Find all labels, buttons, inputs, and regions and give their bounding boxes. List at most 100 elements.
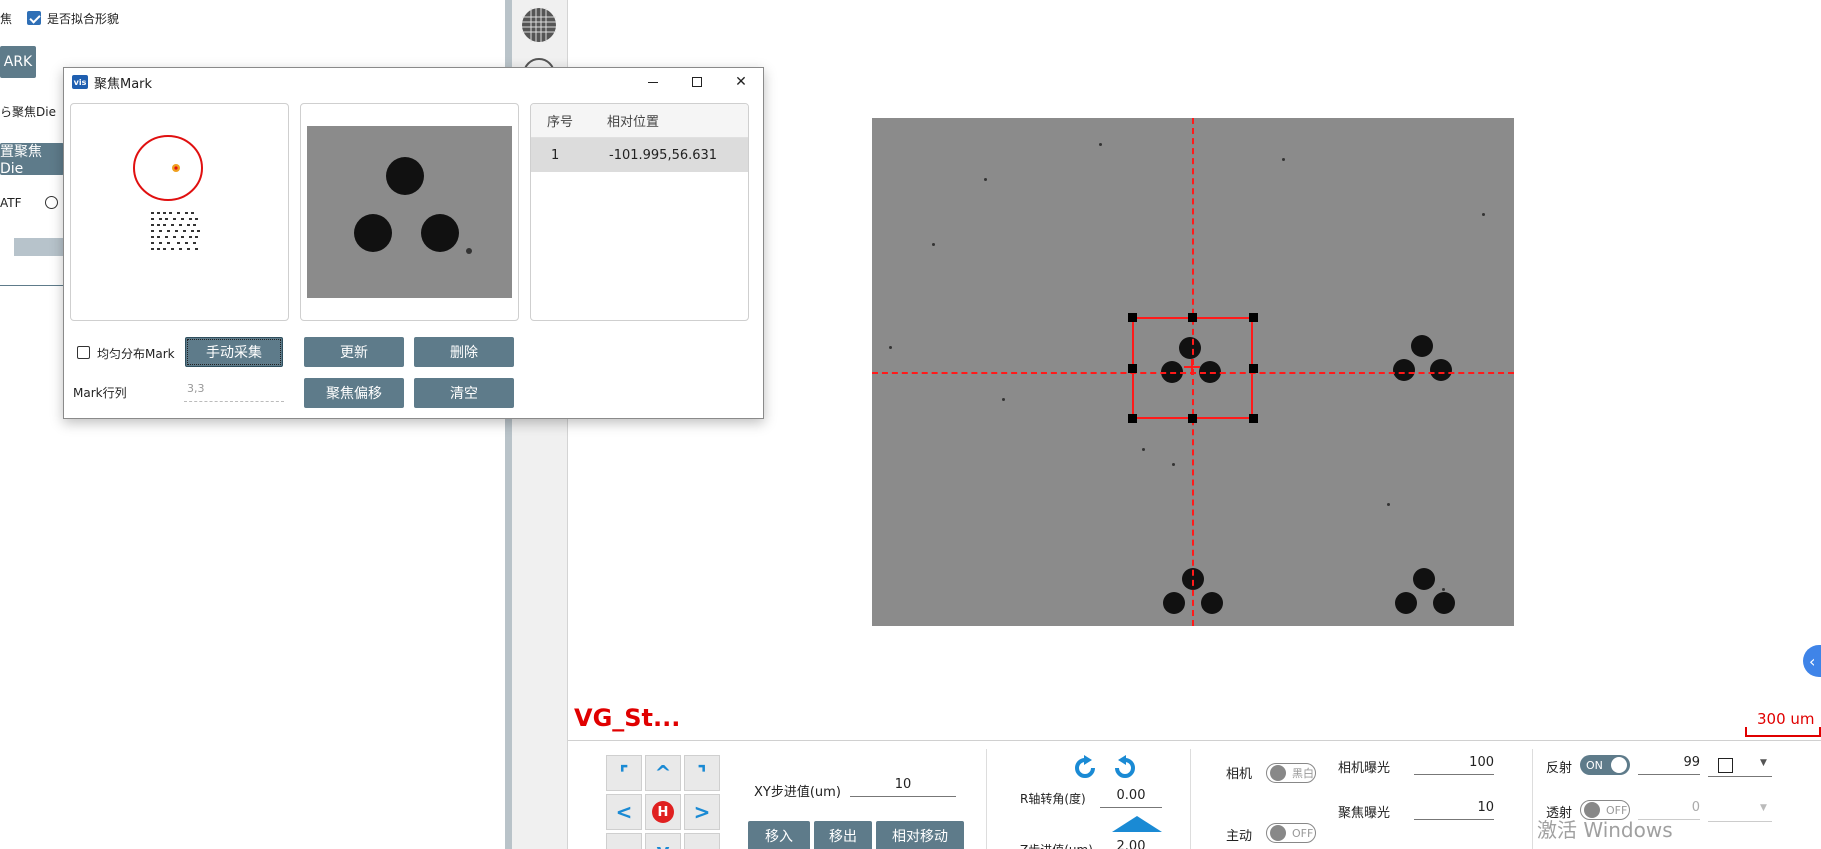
speck: [984, 178, 987, 181]
move-up-left-button[interactable]: ⌜: [606, 755, 642, 791]
row-index: 1: [551, 147, 560, 163]
fit-morphology-label: 是否拟合形貌: [47, 12, 120, 26]
row-position: -101.995,56.631: [609, 147, 718, 163]
manual-capture-button[interactable]: 手动采集: [185, 337, 283, 367]
xy-step-label: XY步进值(um): [754, 785, 841, 800]
transmit-mode-select[interactable]: ▼: [1708, 800, 1772, 822]
arrow-down-right-icon: ⌟: [697, 839, 706, 849]
mark-template-panel: [300, 103, 519, 321]
arrow-up-left-icon: ⌜: [619, 761, 629, 785]
r-axis-input[interactable]: 0.00: [1100, 788, 1162, 808]
header-position: 相对位置: [607, 115, 660, 130]
speck: [1172, 463, 1175, 466]
maximize-icon: [692, 77, 702, 87]
fit-morphology-checkbox[interactable]: [27, 11, 41, 25]
speck: [1482, 213, 1485, 216]
relative-move-button[interactable]: 相对移动: [876, 821, 964, 849]
even-distribution-label: 均匀分布Mark: [97, 347, 175, 361]
speck: [1099, 143, 1102, 146]
active-toggle[interactable]: OFF: [1266, 823, 1316, 843]
clear-button[interactable]: 清空: [414, 378, 514, 408]
mark-dot: [421, 214, 459, 252]
section-divider: [1190, 749, 1191, 849]
camera-view[interactable]: [872, 118, 1514, 626]
chevron-left-icon: <: [615, 800, 633, 824]
reflect-mode-select[interactable]: ▼: [1708, 755, 1772, 777]
speck: [1282, 158, 1285, 161]
resize-handle[interactable]: [1188, 414, 1197, 423]
mark-dot: [1163, 592, 1185, 614]
maximize-button[interactable]: [675, 68, 719, 96]
resize-handle[interactable]: [1128, 364, 1137, 373]
focus-offset-button[interactable]: 聚焦偏移: [304, 378, 404, 408]
speck: [1442, 588, 1445, 591]
dropdown-arrow-icon: ▼: [1760, 803, 1767, 813]
dialog-titlebar[interactable]: vis 聚焦Mark ✕: [64, 68, 763, 96]
home-icon: H: [652, 801, 674, 823]
reflect-intensity-input[interactable]: 99: [1638, 755, 1700, 775]
resize-handle[interactable]: [1128, 414, 1137, 423]
resize-handle[interactable]: [1128, 313, 1137, 322]
reflect-toggle[interactable]: ON: [1580, 755, 1630, 775]
mark-button[interactable]: ARK: [0, 46, 36, 78]
move-left-button[interactable]: <: [606, 794, 642, 830]
mark-dot: [1433, 592, 1455, 614]
atf-radio[interactable]: [45, 196, 58, 209]
z-up-arrow-icon[interactable]: [1112, 816, 1162, 832]
z-step-input[interactable]: 2.00: [1100, 839, 1162, 849]
move-down-right-button[interactable]: ⌟: [684, 833, 720, 849]
even-distribution-checkbox[interactable]: [77, 346, 90, 359]
move-up-right-button[interactable]: ⌝: [684, 755, 720, 791]
r-axis-label: R轴转角(度): [1020, 792, 1086, 806]
move-right-button[interactable]: >: [684, 794, 720, 830]
resize-handle[interactable]: [1188, 313, 1197, 322]
rotate-clockwise-icon[interactable]: [1072, 755, 1098, 781]
speck: [466, 248, 472, 254]
mark-dot: [1413, 568, 1435, 590]
toggle-knob: [1610, 757, 1627, 773]
mark-map-panel[interactable]: [70, 103, 289, 321]
table-row[interactable]: 1 -101.995,56.631: [531, 138, 748, 172]
chevron-left-icon: ‹: [1809, 651, 1816, 671]
move-in-button[interactable]: 移入: [748, 821, 810, 849]
recipe-name: VG_St...: [574, 704, 681, 732]
move-up-button[interactable]: ^: [645, 755, 681, 791]
update-button[interactable]: 更新: [304, 337, 404, 367]
camera-mode-toggle[interactable]: 黑白: [1266, 763, 1316, 783]
progress-bar: [14, 238, 64, 256]
mark-rowcol-label: Mark行列: [73, 386, 127, 400]
dialog-title: 聚焦Mark: [94, 76, 153, 92]
minimize-icon: [648, 81, 658, 83]
camera-exposure-input[interactable]: 100: [1414, 755, 1494, 775]
chevron-up-icon: ^: [654, 761, 672, 785]
mark-dot: [1393, 359, 1415, 381]
move-down-button[interactable]: v: [645, 833, 681, 849]
set-focus-die-button[interactable]: 置聚焦Die: [0, 143, 64, 177]
home-button[interactable]: H: [645, 794, 681, 830]
app-icon: vis: [72, 75, 88, 89]
center-cross-v: [1191, 359, 1193, 375]
move-down-left-button[interactable]: ⌞: [606, 833, 642, 849]
resize-handle[interactable]: [1249, 313, 1258, 322]
speck: [1002, 398, 1005, 401]
section-divider: [1532, 749, 1533, 849]
camera-exposure-label: 相机曝光: [1338, 761, 1391, 776]
resize-handle[interactable]: [1249, 364, 1258, 373]
xy-step-input[interactable]: 10: [850, 777, 956, 797]
close-button[interactable]: ✕: [719, 68, 763, 96]
speck: [1387, 503, 1390, 506]
focus-die-label: ら聚焦Die: [0, 105, 56, 119]
activation-watermark: 激活 Windows: [1537, 818, 1673, 842]
active-label: 主动: [1226, 829, 1253, 844]
minimize-button[interactable]: [631, 68, 675, 96]
wafer-map-icon[interactable]: [520, 6, 558, 44]
mark-rowcol-input[interactable]: 3,3: [184, 382, 284, 402]
speck: [1142, 448, 1145, 451]
rotate-counterclockwise-icon[interactable]: [1112, 755, 1138, 781]
expand-side-tab[interactable]: ‹: [1803, 645, 1821, 677]
resize-handle[interactable]: [1249, 414, 1258, 423]
focus-exposure-input[interactable]: 10: [1414, 800, 1494, 820]
delete-button[interactable]: 删除: [414, 337, 514, 367]
toggle-knob: [1270, 825, 1286, 841]
move-out-button[interactable]: 移出: [814, 821, 872, 849]
